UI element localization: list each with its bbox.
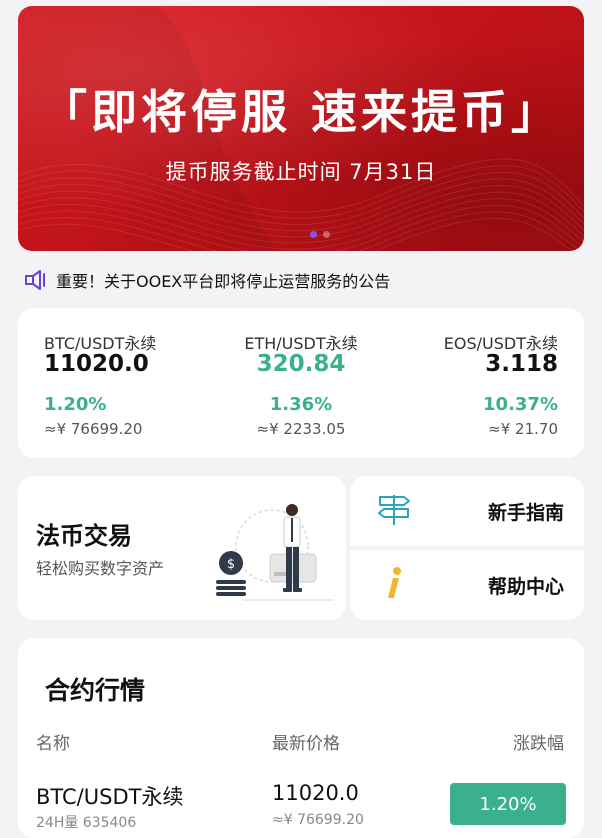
market-title: 合约行情 — [45, 676, 146, 705]
banner-dot[interactable] — [323, 231, 330, 238]
banner-title: 「即将停服 速来提币」 — [40, 85, 561, 139]
market-row-volume: 24H量 635406 — [36, 815, 137, 831]
info-icon — [388, 567, 401, 598]
announcement-bar[interactable]: 重要！关于OOEX平台即将停止运营服务的公告 — [24, 266, 390, 294]
announcement-text[interactable]: 重要！关于OOEX平台即将停止运营服务的公告 — [56, 268, 390, 292]
ticker-price: 320.84 — [256, 351, 346, 377]
promo-banner[interactable]: 「即将停服 速来提币」 提币服务截止时间 7月31日 — [18, 6, 584, 251]
market-row-fiat: ≈¥ 76699.20 — [272, 812, 364, 828]
fiat-trade-title: 法币交易 — [36, 522, 132, 550]
column-header-name: 名称 — [36, 734, 70, 754]
ticker-eth[interactable]: ETH/USDT永续 320.84 1.36% ≈¥ 2233.05 — [207, 308, 395, 458]
ticker-price: 11020.0 — [44, 351, 149, 377]
fiat-trade-subtitle: 轻松购买数字资产 — [36, 559, 165, 578]
fiat-trade-illustration: $ — [216, 504, 334, 601]
beginner-guide-card[interactable]: 新手指南 — [350, 476, 584, 546]
help-center-card[interactable]: 帮助中心 — [350, 550, 584, 620]
fiat-trade-card[interactable]: 法币交易 轻松购买数字资产 $ — [18, 476, 346, 620]
signpost-icon — [378, 495, 410, 525]
beginner-guide-label: 新手指南 — [487, 502, 564, 524]
ticker-change: 1.20% — [44, 394, 107, 415]
ticker-btc[interactable]: BTC/USDT永续 11020.0 1.20% ≈¥ 76699.20 — [18, 308, 206, 458]
help-center-label: 帮助中心 — [487, 576, 564, 598]
ticker-change: 1.36% — [269, 394, 333, 415]
ticker-card: BTC/USDT永续 11020.0 1.20% ≈¥ 76699.20 ETH… — [18, 308, 584, 458]
ticker-fiat: ≈¥ 76699.20 — [44, 420, 143, 438]
svg-text:$: $ — [227, 557, 235, 572]
banner-subtitle: 提币服务截止时间 7月31日 — [165, 160, 437, 184]
ticker-price: 3.118 — [485, 351, 558, 377]
ticker-fiat: ≈¥ 21.70 — [488, 420, 558, 438]
market-row-change-badge: 1.20% — [450, 783, 566, 825]
column-header-price: 最新价格 — [272, 734, 340, 754]
ticker-eos[interactable]: EOS/USDT永续 3.118 10.37% ≈¥ 21.70 — [396, 308, 584, 458]
contract-market-card: 合约行情 名称 最新价格 涨跌幅 BTC/USDT永续 24H量 635406 … — [18, 638, 584, 838]
ticker-change: 10.37% — [483, 394, 558, 415]
ticker-fiat: ≈¥ 2233.05 — [256, 420, 346, 438]
column-header-change: 涨跌幅 — [513, 734, 564, 754]
banner-pagination[interactable] — [310, 231, 330, 238]
megaphone-icon — [25, 270, 45, 290]
market-row-price: 11020.0 — [272, 781, 359, 805]
market-row-name: BTC/USDT永续 — [36, 785, 184, 809]
banner-dot-active[interactable] — [310, 231, 317, 238]
